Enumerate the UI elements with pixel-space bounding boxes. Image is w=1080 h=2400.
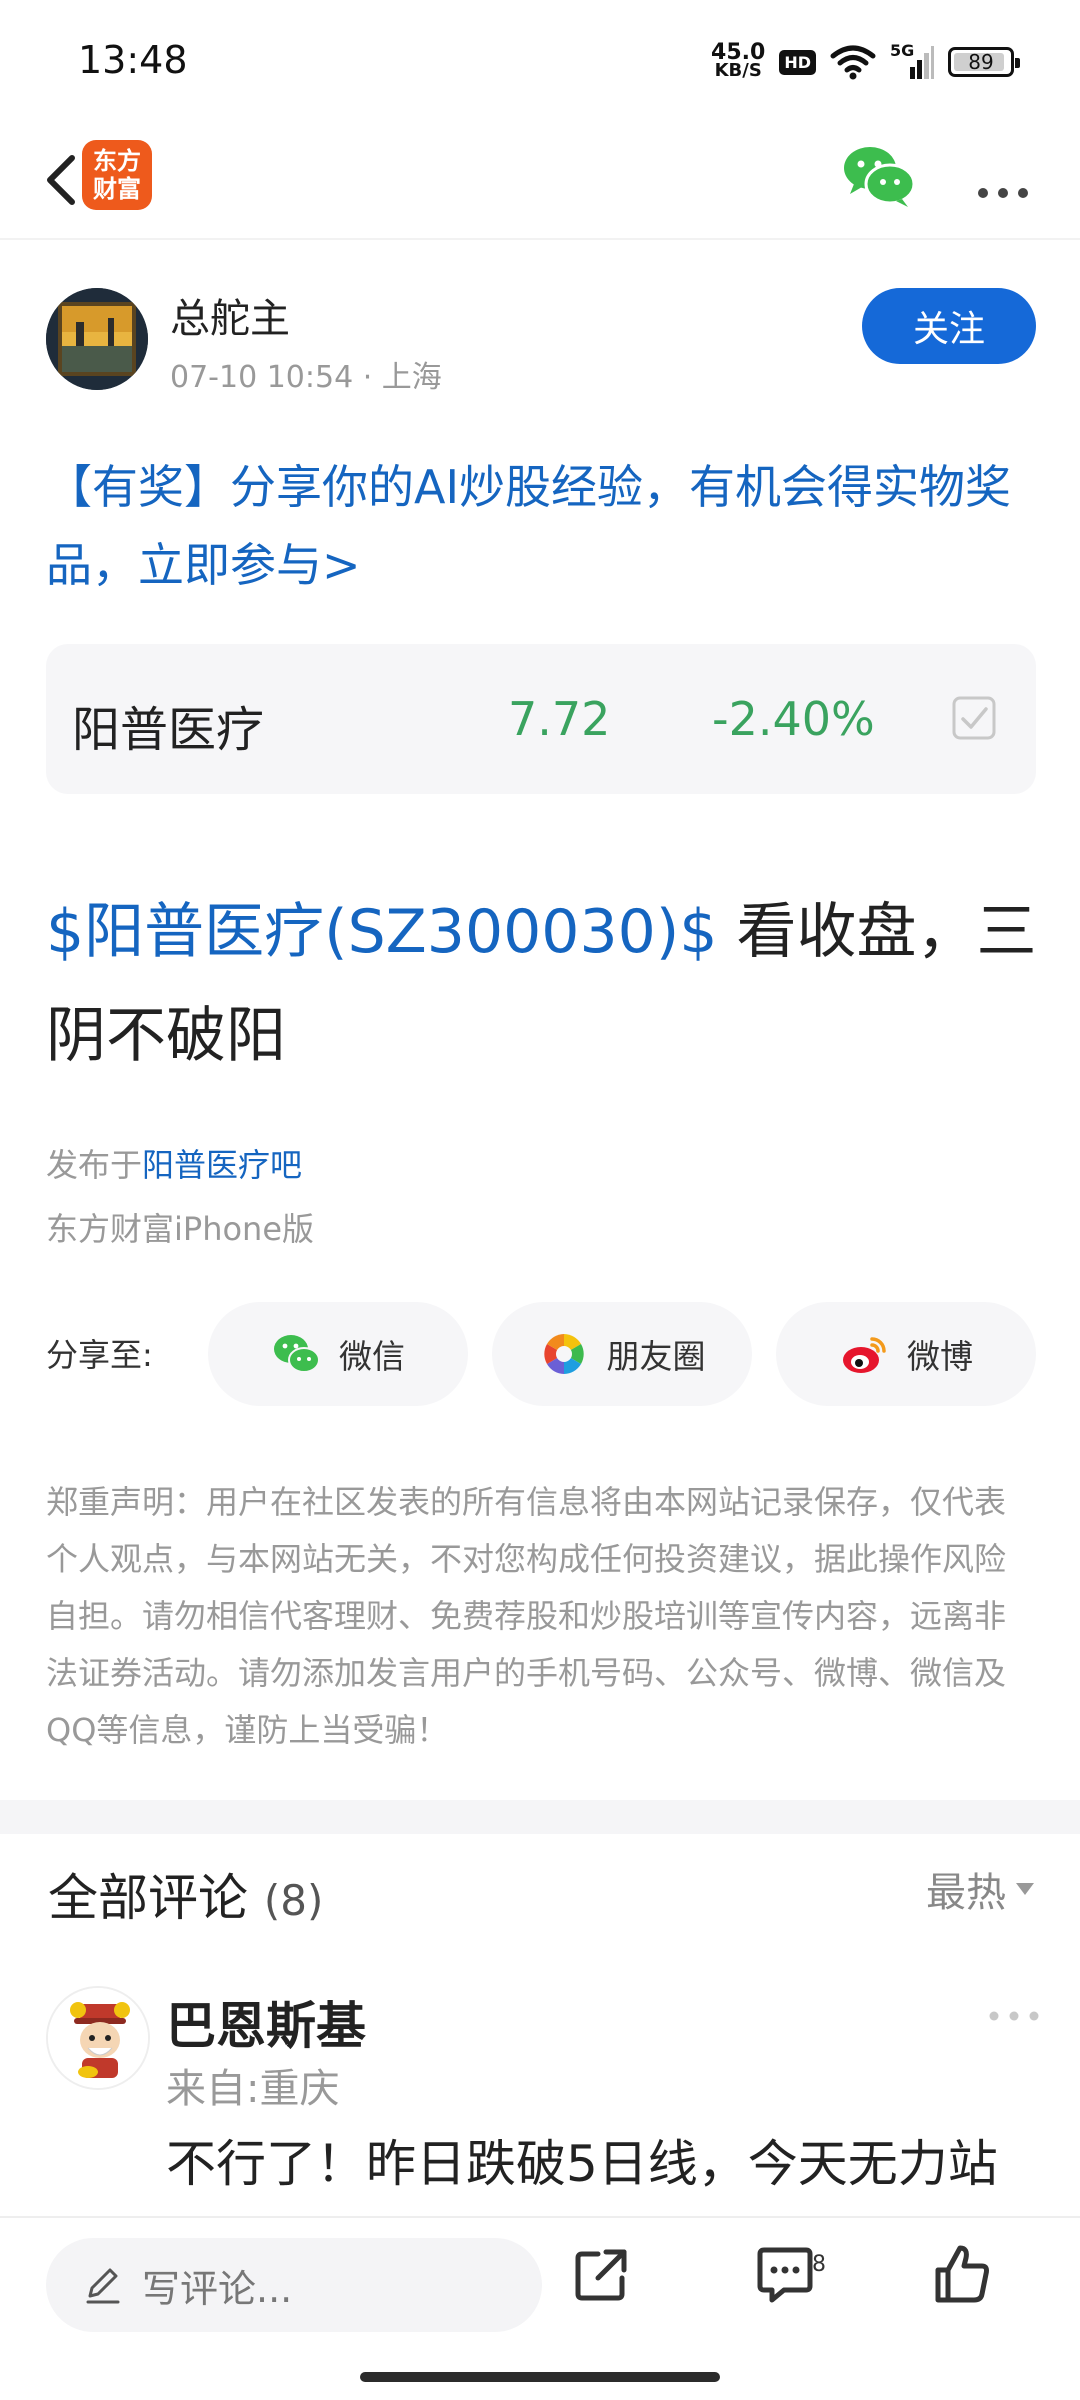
stock-price: 7.72 [508,692,611,746]
stock-change: -2.40% [712,692,875,746]
stock-tag-link[interactable]: $阳普医疗(SZ300030)$ [46,897,717,967]
wechat-icon [274,1335,320,1373]
signal-icon: 5G [890,41,934,81]
share-wechat-button[interactable]: 微信 [208,1302,468,1406]
post-time-location: 07-10 10:54 · 上海 [170,360,442,395]
share-icon[interactable] [566,2240,636,2310]
home-indicator[interactable] [360,2372,720,2382]
status-time: 13:48 [78,38,188,82]
wifi-icon [830,45,876,80]
share-label: 分享至: [46,1336,153,1374]
section-divider [0,1800,1080,1834]
comment-input-placeholder: 写评论... [142,2266,293,2311]
chevron-down-icon [1016,1883,1034,1895]
app-logo[interactable]: 东方 财富 [82,140,152,210]
comment-count-badge: 8 [812,2252,826,2277]
comment-avatar[interactable] [46,1986,150,2090]
client-source: 东方财富iPhone版 [46,1210,315,1248]
top-nav: 东方 财富 [0,120,1080,240]
comments-count: (8) [263,1876,324,1925]
stock-name: 阳普医疗 [72,702,265,758]
share-weibo-button[interactable]: 微博 [776,1302,1036,1406]
comment-icon[interactable] [750,2240,820,2310]
like-icon[interactable] [926,2240,996,2310]
watchlist-check-icon[interactable] [950,694,998,742]
status-bar: 13:48 45.0 KB/S HD 5G 89 [0,0,1080,120]
posted-in: 发布于阳普医疗吧 [46,1146,303,1184]
moments-icon [543,1334,584,1374]
hd-icon: HD [779,49,816,75]
battery-icon: 89 [948,47,1020,77]
pencil-icon [86,2268,120,2304]
stock-card[interactable]: 阳普医疗 7.72 -2.40% [46,644,1036,794]
comment-more-icon[interactable] [984,2006,1044,2026]
post-content: $阳普医疗(SZ300030)$ 看收盘，三阴不破阳 [46,880,1046,1088]
share-weibo-label: 微博 [907,1337,973,1376]
wechat-share-icon[interactable] [840,142,918,212]
author-name[interactable]: 总舵主 [170,286,290,344]
share-moments-button[interactable]: 朋友圈 [492,1302,752,1406]
forum-link[interactable]: 阳普医疗吧 [142,1146,302,1184]
share-moments-label: 朋友圈 [606,1337,706,1376]
comment-location: 来自:重庆 [166,2066,340,2112]
status-icons: 45.0 KB/S HD 5G 89 [711,38,1020,86]
comment-input[interactable]: 写评论... [46,2238,542,2332]
comments-sort-dropdown[interactable]: 最热 [926,1860,1034,1918]
network-speed: 45.0 KB/S [711,40,766,81]
comment-text: 不行了！昨日跌破5日线，今天无力站 [166,2135,998,2193]
disclaimer: 郑重声明：用户在社区发表的所有信息将由本网站记录保存，仅代表个人观点，与本网站无… [46,1483,1007,1749]
follow-button[interactable]: 关注 [862,288,1036,364]
author-avatar[interactable] [46,288,148,390]
more-icon[interactable] [970,140,1040,210]
promo-link[interactable]: 【有奖】分享你的AI炒股经验，有机会得实物奖品，立即参与> [46,448,1036,604]
comments-header: 全部评论 (8) [48,1869,324,1927]
weibo-icon [843,1337,886,1373]
share-wechat-label: 微信 [339,1337,405,1376]
comment-author-name[interactable]: 巴恩斯基 [166,1986,366,2058]
